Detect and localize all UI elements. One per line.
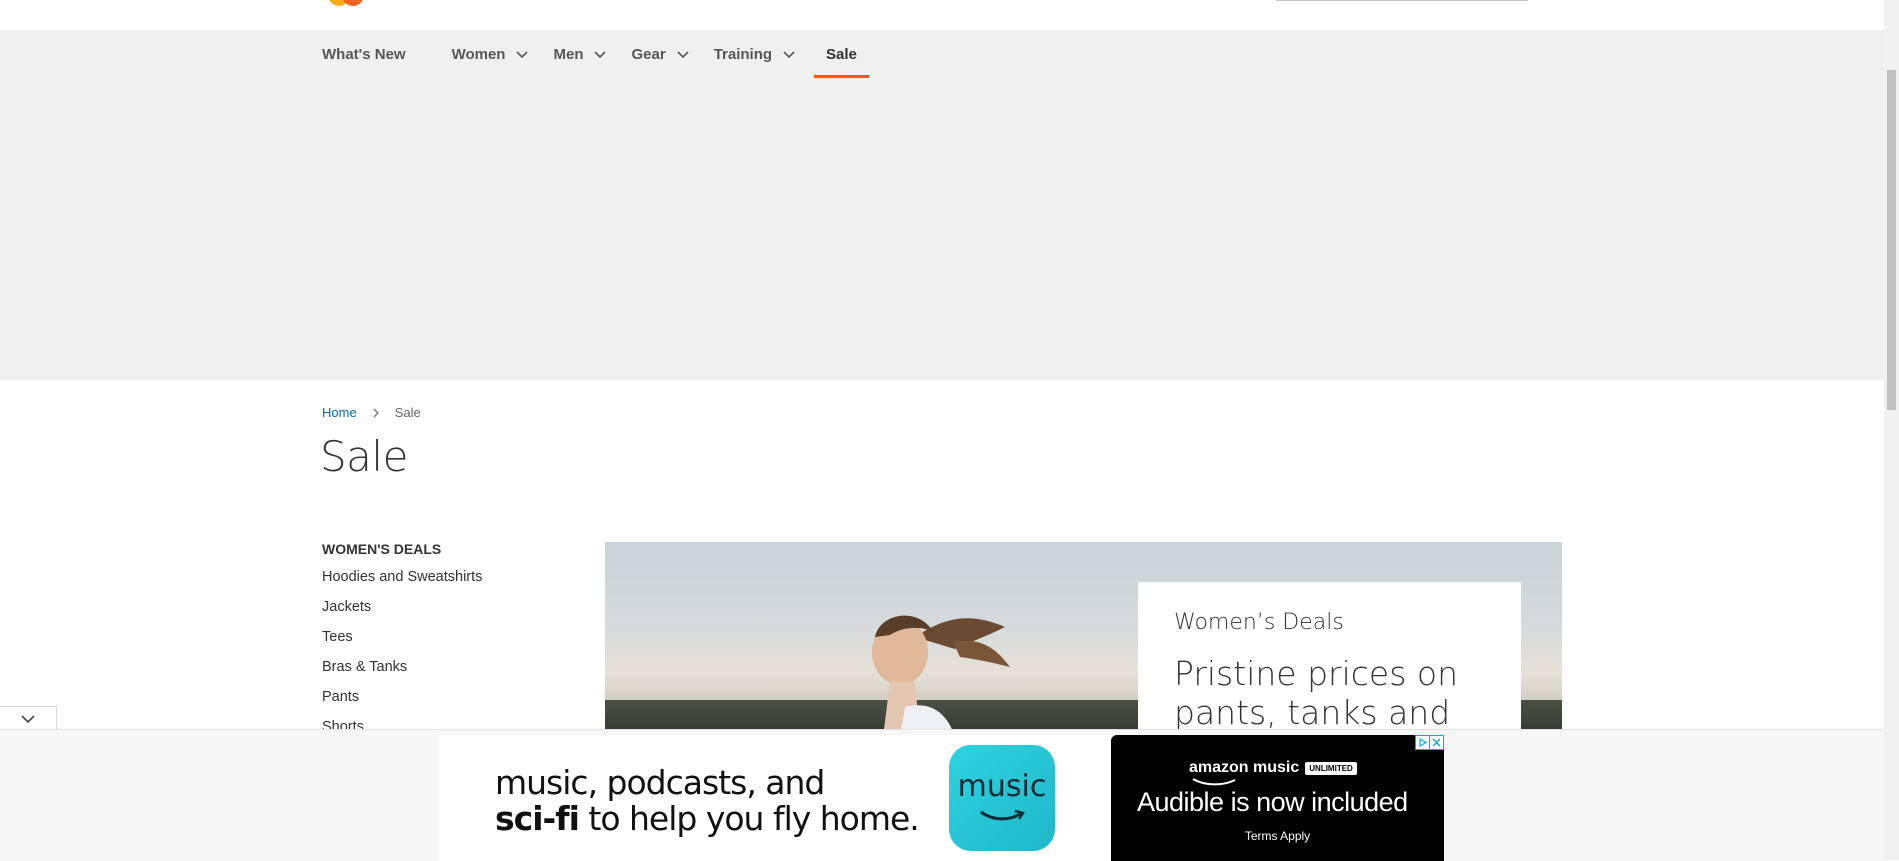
ad-copy: music, podcasts, and sci-fi to help you … <box>495 763 920 838</box>
nav-item-whats-new[interactable]: What's New <box>322 30 440 78</box>
ad-choices <box>1415 735 1444 750</box>
chevron-down-icon <box>677 51 689 59</box>
sidebar-deals: WOMEN'S DEALS Hoodies and Sweatshirts Ja… <box>322 541 562 747</box>
amazon-music-app-icon: music <box>949 745 1055 851</box>
sidebar-link-bras-tanks[interactable]: Bras & Tanks <box>322 657 562 687</box>
sticky-ad-bar: music, podcasts, and sci-fi to help you … <box>0 729 1884 861</box>
amazon-smile-icon <box>1192 778 1236 786</box>
hero-headline: Pristine prices on pants, tanks and <box>1174 654 1458 732</box>
nav-item-label: Men <box>553 45 584 63</box>
chevron-right-icon <box>373 408 379 417</box>
ad-copy-bold: sci-fi <box>495 799 580 838</box>
ad-right-panel: amazon music UNLIMITED Audible is now in… <box>1111 735 1444 861</box>
nav-item-gear[interactable]: Gear <box>619 30 701 78</box>
ad-left-panel: music, podcasts, and sci-fi to help you … <box>439 735 1111 861</box>
nav-item-training[interactable]: Training <box>702 30 808 78</box>
hero-kicker: Women’s Deals <box>1174 610 1344 635</box>
sidebar-link-pants[interactable]: Pants <box>322 687 562 717</box>
breadcrumb-current: Sale <box>394 405 421 420</box>
ad-copy-line2: sci-fi to help you fly home. <box>495 799 920 838</box>
smile-arrow-icon <box>980 809 1025 821</box>
search-input[interactable] <box>1276 0 1528 1</box>
ad-copy-line1: music, podcasts, and <box>495 763 825 802</box>
collapse-ad-button[interactable] <box>0 706 57 731</box>
scrollbar-thumb[interactable] <box>1887 70 1896 410</box>
nav-item-label: What's New <box>322 45 406 63</box>
chevron-down-icon <box>783 51 795 59</box>
ad-copy-rest: to help you fly home. <box>578 799 919 838</box>
main-navigation: What's New Women Men Gear Training Sale <box>322 30 869 80</box>
ad-banner[interactable]: music, podcasts, and sci-fi to help you … <box>439 735 1444 861</box>
logo-icon-accent <box>342 0 364 6</box>
page-title: Sale <box>320 432 408 481</box>
breadcrumb: Home Sale <box>322 405 421 420</box>
app-icon-label: music <box>957 769 1047 804</box>
ad-headline: Audible is now included <box>1137 787 1408 817</box>
chevron-down-icon <box>516 51 529 59</box>
nav-item-label: Gear <box>631 45 666 63</box>
nav-item-women[interactable]: Women <box>440 30 542 78</box>
ad-brand-badge: UNLIMITED <box>1305 761 1357 775</box>
chevron-down-icon <box>21 715 35 724</box>
ad-close-icon[interactable] <box>1429 735 1444 750</box>
header-strip <box>0 0 1884 30</box>
nav-item-men[interactable]: Men <box>541 30 619 78</box>
runner-image <box>872 615 1010 732</box>
chevron-down-icon <box>594 51 607 59</box>
nav-band: What's New Women Men Gear Training Sale <box>0 30 1884 380</box>
ad-brand: amazon music UNLIMITED <box>1189 759 1357 777</box>
nav-item-sale[interactable]: Sale <box>814 30 869 78</box>
nav-item-label: Women <box>451 45 506 63</box>
hero-card: Women’s Deals Pristine prices on pants, … <box>1138 582 1521 732</box>
nav-item-label: Training <box>713 45 773 63</box>
sidebar-link-hoodies[interactable]: Hoodies and Sweatshirts <box>322 567 562 597</box>
hero-banner[interactable]: Women’s Deals Pristine prices on pants, … <box>605 542 1562 732</box>
nav-item-label: Sale <box>826 45 857 63</box>
sidebar-heading: WOMEN'S DEALS <box>322 541 442 557</box>
sidebar-link-tees[interactable]: Tees <box>322 627 562 657</box>
sidebar-link-jackets[interactable]: Jackets <box>322 597 562 627</box>
ad-terms: Terms Apply <box>1244 829 1311 843</box>
ad-brand-name: amazon music <box>1189 759 1300 776</box>
page-scrollbar[interactable] <box>1884 0 1899 860</box>
breadcrumb-home-link[interactable]: Home <box>322 405 357 420</box>
ad-info-icon[interactable] <box>1415 735 1430 750</box>
